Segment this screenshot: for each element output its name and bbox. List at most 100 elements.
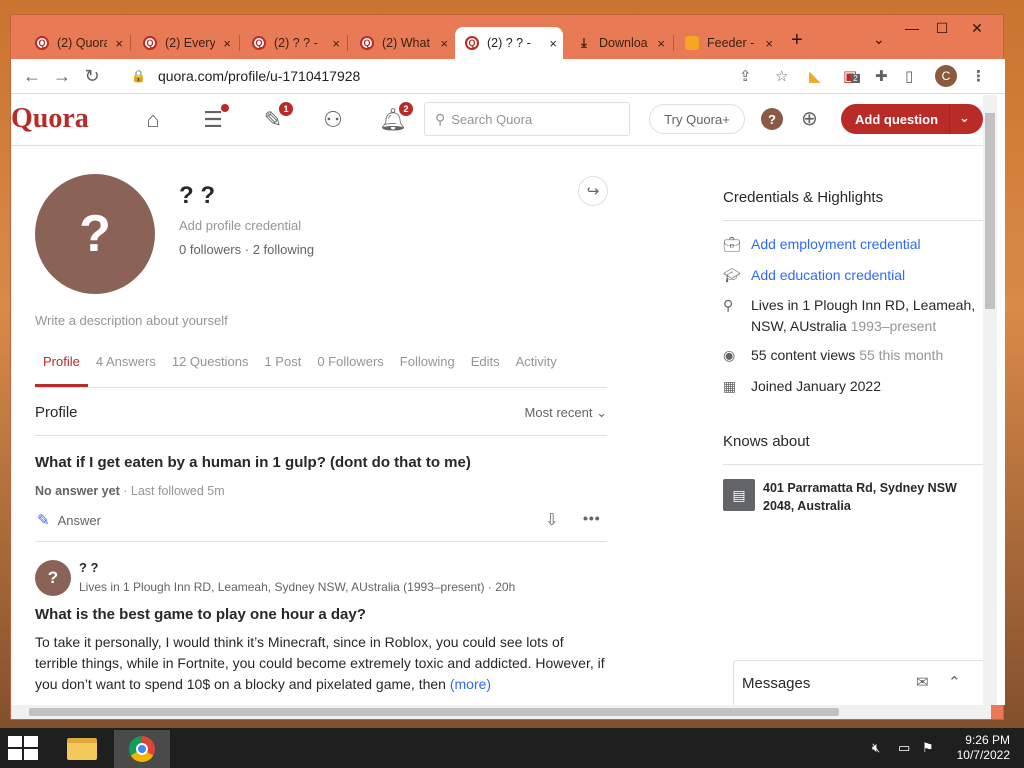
graduation-cap-icon: 🎓︎ xyxy=(723,267,741,283)
globe-icon[interactable]: ⊕ xyxy=(801,106,818,131)
tab-edits[interactable]: Edits xyxy=(463,342,508,387)
answer-pencil-icon[interactable]: ✎ 1 xyxy=(259,102,293,134)
side-panel-icon[interactable]: ▯ xyxy=(905,67,913,85)
tab-answers[interactable]: 4 Answers xyxy=(88,342,164,387)
search-input[interactable]: ⚲ Search Quora xyxy=(424,102,630,136)
share-profile-icon[interactable]: ↪ xyxy=(578,176,608,206)
credentials-heading: Credentials & Highlights xyxy=(723,189,884,206)
chevron-down-icon[interactable]: ⌄ xyxy=(959,110,970,126)
puzzle-extensions-icon[interactable]: ✚ xyxy=(875,67,888,85)
tab-profile[interactable]: Profile xyxy=(35,342,88,387)
browser-profile-avatar[interactable]: C xyxy=(935,65,957,87)
tab-4[interactable]: Q (2) What × xyxy=(350,27,454,59)
bookmark-star-icon[interactable]: ☆ xyxy=(775,67,788,85)
quora-header: Quora ⌂ ☰ ✎ 1 ⚇ 🔔︎ 2 ⚲ Search Quora Try Qu… xyxy=(11,94,985,146)
tab-posts[interactable]: 1 Post xyxy=(256,342,309,387)
tab-5-active[interactable]: Q (2) ? ? - × xyxy=(455,27,563,59)
question-meta: No answer yet · Last followed 5m xyxy=(35,484,225,498)
tab-activity[interactable]: Activity xyxy=(508,342,565,387)
download-icon: ⤓ xyxy=(581,35,587,50)
forward-arrow-icon[interactable]: → xyxy=(47,66,77,87)
quora-icon: Q xyxy=(360,36,374,50)
close-tab-icon[interactable]: × xyxy=(223,36,231,51)
tab-7[interactable]: Feeder - × xyxy=(675,27,779,59)
volume-muted-icon[interactable]: 🔇︎ xyxy=(872,740,880,756)
answer-body[interactable]: To take it personally, I would think it’… xyxy=(35,632,609,695)
eye-icon: ◉ xyxy=(723,347,736,363)
chevron-down-icon: ⌄ xyxy=(596,404,607,420)
joined-date: ▦ Joined January 2022 xyxy=(723,376,881,397)
sort-dropdown[interactable]: Most recent ⌄ xyxy=(525,405,607,421)
flag-icon[interactable]: ⚑ xyxy=(922,740,934,756)
reload-icon[interactable]: ↻ xyxy=(77,66,107,87)
close-tab-icon[interactable]: × xyxy=(115,36,123,51)
divider xyxy=(35,541,607,542)
pencil-icon: ✎ xyxy=(37,512,50,529)
add-credential-link[interactable]: Add profile credential xyxy=(179,218,301,233)
file-explorer-icon[interactable] xyxy=(54,730,110,768)
add-education-credential[interactable]: 🎓︎ Add education credential xyxy=(723,265,905,286)
horizontal-scrollbar[interactable] xyxy=(11,705,991,719)
tab-search-icon[interactable]: ⌄ xyxy=(873,31,885,48)
messages-panel[interactable]: Messages ✉ ⌃ xyxy=(733,660,985,705)
browser-window: Q (2) Quora × Q (2) Every × Q (2) ? ? - … xyxy=(10,14,1005,720)
location-pin-icon: ⚲ xyxy=(723,297,734,313)
tab-3[interactable]: Q (2) ? ? - × xyxy=(242,27,346,59)
rss-extension-icon[interactable]: ◣ xyxy=(809,67,821,85)
question-title[interactable]: What if I get eaten by a human in 1 gulp… xyxy=(35,454,471,471)
system-clock[interactable]: 9:26 PM 10/7/2022 xyxy=(940,733,1010,763)
network-icon[interactable]: ▭ xyxy=(898,740,910,756)
new-tab-button[interactable]: + xyxy=(791,29,803,52)
tab-6[interactable]: ⤓ Downloa × xyxy=(567,27,671,59)
windows-start-icon[interactable] xyxy=(8,736,38,760)
home-icon[interactable]: ⌂ xyxy=(139,106,167,134)
profile-tabs: Profile 4 Answers 12 Questions 1 Post 0 … xyxy=(35,342,607,388)
author-avatar[interactable]: ? xyxy=(35,560,71,596)
author-name[interactable]: ? ? xyxy=(79,560,99,575)
profile-name: ? ? xyxy=(179,182,215,209)
answer-button[interactable]: ✎ Answer xyxy=(37,511,101,529)
tab-followers[interactable]: 0 Followers xyxy=(309,342,391,387)
briefcase-icon: 💼︎ xyxy=(723,236,741,252)
extension-icon[interactable]: ▣2 xyxy=(843,67,860,85)
more-options-icon[interactable]: ••• xyxy=(583,510,601,526)
tab-2[interactable]: Q (2) Every × xyxy=(133,27,237,59)
vertical-scrollbar[interactable] xyxy=(983,95,997,705)
close-tab-icon[interactable]: × xyxy=(657,36,665,51)
windows-taskbar: 🔇︎ ▭ ⚑ 9:26 PM 10/7/2022 xyxy=(0,728,1024,768)
try-quora-plus-button[interactable]: Try Quora+ xyxy=(649,104,745,134)
share-page-icon[interactable]: ⇪ xyxy=(739,67,752,85)
add-employment-credential[interactable]: 💼︎ Add employment credential xyxy=(723,234,921,255)
profile-avatar[interactable]: ? xyxy=(35,174,155,294)
answer-question-title[interactable]: What is the best game to play one hour a… xyxy=(35,606,366,623)
quora-logo[interactable]: Quora xyxy=(11,103,89,135)
kebab-menu-icon[interactable]: ⋮ xyxy=(971,67,986,85)
close-window-button[interactable]: ✕ xyxy=(951,15,1003,41)
tab-following[interactable]: Following xyxy=(392,342,463,387)
description-prompt[interactable]: Write a description about yourself xyxy=(35,313,228,328)
compose-message-icon[interactable]: ✉ xyxy=(916,673,929,691)
add-question-button[interactable]: Add question ⌄ xyxy=(841,104,983,134)
chevron-up-icon[interactable]: ⌃ xyxy=(948,673,961,691)
knows-about-item[interactable]: ▤ 401 Parramatta Rd, Sydney NSW 2048, Au… xyxy=(723,479,985,515)
back-arrow-icon[interactable]: ← xyxy=(17,66,47,87)
tab-1[interactable]: Q (2) Quora × xyxy=(25,27,129,59)
follow-stats[interactable]: 0 followers · 2 following xyxy=(179,242,314,257)
close-tab-icon[interactable]: × xyxy=(765,36,773,51)
notifications-bell-icon[interactable]: 🔔︎ 2 xyxy=(379,102,413,134)
chrome-taskbar-icon[interactable] xyxy=(114,730,170,768)
close-tab-icon[interactable]: × xyxy=(549,36,557,51)
more-link[interactable]: (more) xyxy=(450,676,491,692)
close-tab-icon[interactable]: × xyxy=(440,36,448,51)
address-bar[interactable]: 🔒 quora.com/profile/u-1710417928 ⇪ ☆ xyxy=(119,62,849,90)
help-icon[interactable]: ? xyxy=(761,108,783,130)
topic-document-icon: ▤ xyxy=(723,479,755,511)
downvote-icon[interactable]: ⇩ xyxy=(545,510,558,530)
spaces-icon[interactable]: ⚇ xyxy=(319,106,347,134)
close-tab-icon[interactable]: × xyxy=(332,36,340,51)
url-text[interactable]: quora.com/profile/u-1710417928 xyxy=(158,68,360,84)
quora-icon: Q xyxy=(35,36,49,50)
author-credential: Lives in 1 Plough Inn RD, Leameah, Sydne… xyxy=(79,580,516,594)
following-list-icon[interactable]: ☰ xyxy=(199,104,229,134)
tab-questions[interactable]: 12 Questions xyxy=(164,342,257,387)
